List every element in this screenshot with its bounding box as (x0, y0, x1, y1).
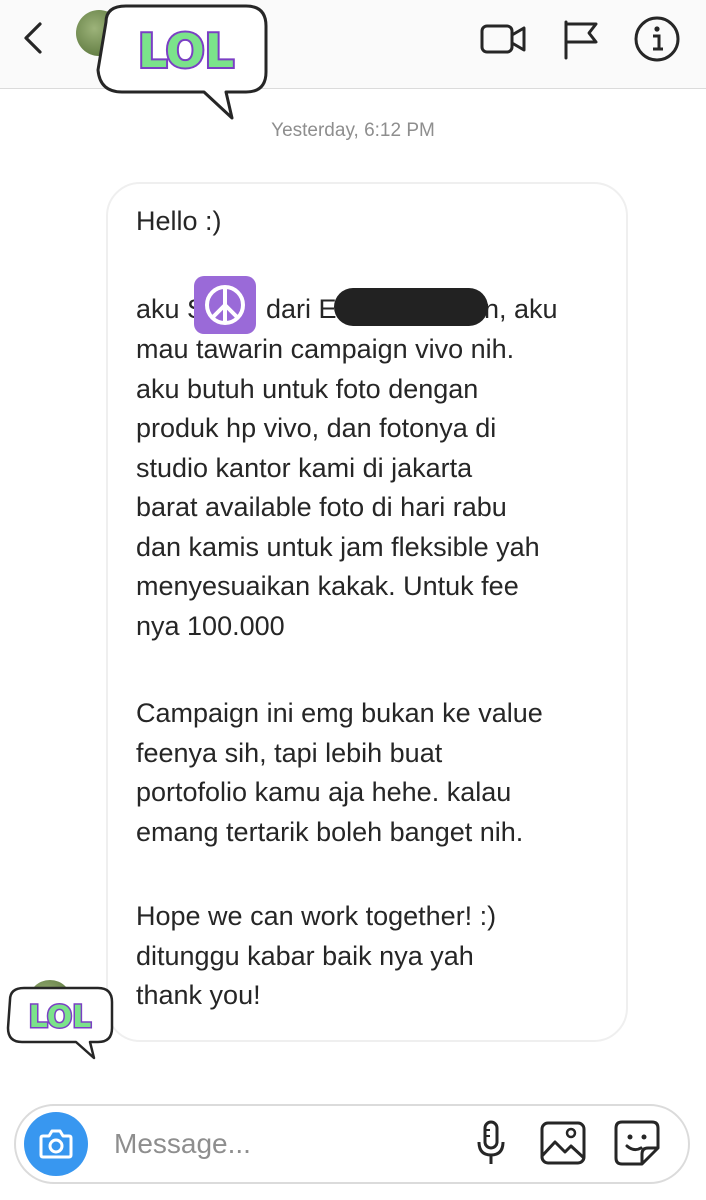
camera-button[interactable] (24, 1112, 88, 1176)
peace-icon (205, 285, 245, 325)
lol-sticker-small: LOL (0, 982, 118, 1060)
message-paragraph-3: Hope we can work together! :) ditunggu k… (136, 901, 497, 1010)
back-button[interactable] (14, 16, 54, 60)
sticker-button[interactable] (612, 1118, 662, 1168)
flag-icon (564, 20, 598, 60)
redaction-block (334, 288, 488, 326)
message-input[interactable] (112, 1118, 456, 1170)
message-intro-part-c: n, aku (484, 294, 558, 324)
gallery-button[interactable] (538, 1118, 588, 1168)
message-intro-part-b: dari E (266, 294, 337, 324)
voice-message-button[interactable] (466, 1118, 516, 1168)
lol-sticker: LOL (86, 0, 276, 122)
sticker-icon (614, 1120, 660, 1166)
message-paragraph-2: Campaign ini emg bukan ke value feenya s… (136, 698, 543, 847)
lol-sticker-small-text: LOL (29, 1000, 92, 1035)
video-call-button[interactable] (478, 14, 528, 64)
message-paragraph-1: mau tawarin campaign vivo nih. aku butuh… (136, 334, 540, 641)
info-icon (634, 16, 680, 62)
gallery-icon (540, 1121, 586, 1165)
peace-sticker (194, 276, 256, 334)
message-timestamp: Yesterday, 6:12 PM (271, 120, 435, 141)
video-camera-icon (480, 24, 526, 54)
message-hello: Hello :) (136, 206, 222, 236)
microphone-icon (477, 1120, 505, 1164)
report-button[interactable] (556, 14, 606, 64)
lol-sticker-text: LOL (138, 24, 234, 78)
camera-icon (39, 1129, 73, 1159)
info-button[interactable] (632, 14, 682, 64)
back-chevron-icon (24, 22, 42, 54)
